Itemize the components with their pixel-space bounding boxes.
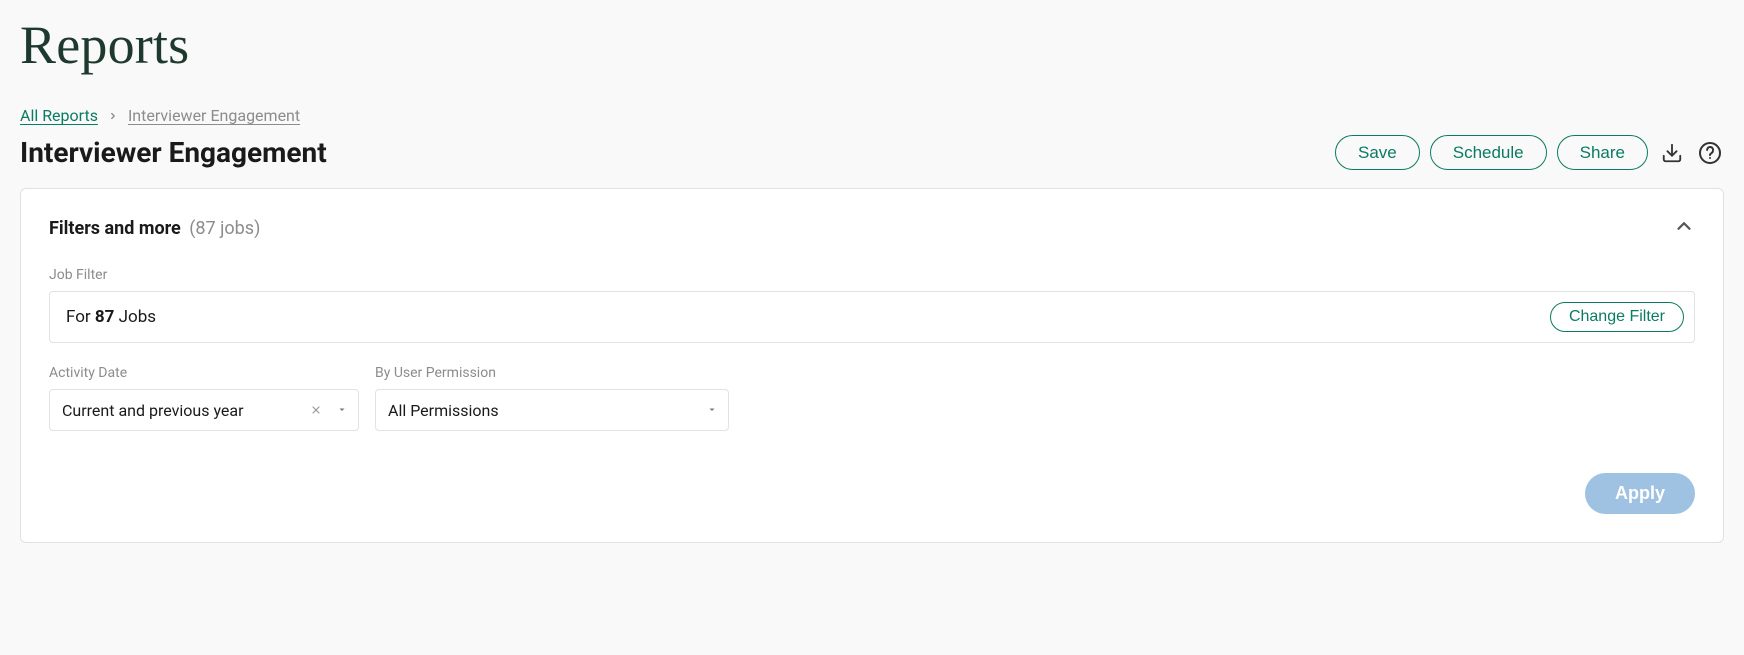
job-filter-suffix: Jobs: [114, 307, 156, 327]
breadcrumb-current: Interviewer Engagement: [128, 106, 300, 125]
job-filter-text: For 87 Jobs: [66, 307, 156, 327]
activity-date-label: Activity Date: [49, 365, 359, 381]
filters-title: Filters and more: [49, 218, 181, 239]
activity-date-value: Current and previous year: [62, 401, 244, 420]
activity-date-select[interactable]: Current and previous year: [49, 389, 359, 431]
job-filter-label: Job Filter: [49, 267, 1695, 283]
job-filter-count: 87: [95, 307, 115, 327]
chevron-up-icon: [1673, 215, 1695, 241]
permission-value: All Permissions: [388, 401, 499, 420]
schedule-button[interactable]: Schedule: [1430, 135, 1547, 170]
caret-down-icon: [706, 401, 718, 420]
share-button[interactable]: Share: [1557, 135, 1648, 170]
report-title: Interviewer Engagement: [20, 136, 327, 169]
filters-subtitle: (87 jobs): [189, 218, 260, 239]
permission-label: By User Permission: [375, 365, 729, 381]
report-actions: Save Schedule Share: [1335, 135, 1724, 170]
chevron-right-icon: [108, 111, 118, 121]
save-button[interactable]: Save: [1335, 135, 1420, 170]
download-icon[interactable]: [1658, 139, 1686, 167]
change-filter-button[interactable]: Change Filter: [1550, 302, 1684, 332]
filters-header[interactable]: Filters and more (87 jobs): [49, 215, 1695, 241]
breadcrumb: All Reports Interviewer Engagement: [20, 106, 1724, 125]
filters-card: Filters and more (87 jobs) Job Filter Fo…: [20, 188, 1724, 543]
job-filter-prefix: For: [66, 307, 95, 327]
breadcrumb-root-link[interactable]: All Reports: [20, 106, 98, 125]
clear-icon[interactable]: [308, 402, 324, 418]
apply-button[interactable]: Apply: [1585, 473, 1695, 514]
help-icon[interactable]: [1696, 139, 1724, 167]
caret-down-icon: [336, 401, 348, 420]
page-title: Reports: [20, 14, 1724, 76]
job-filter-box: For 87 Jobs Change Filter: [49, 291, 1695, 343]
permission-select[interactable]: All Permissions: [375, 389, 729, 431]
